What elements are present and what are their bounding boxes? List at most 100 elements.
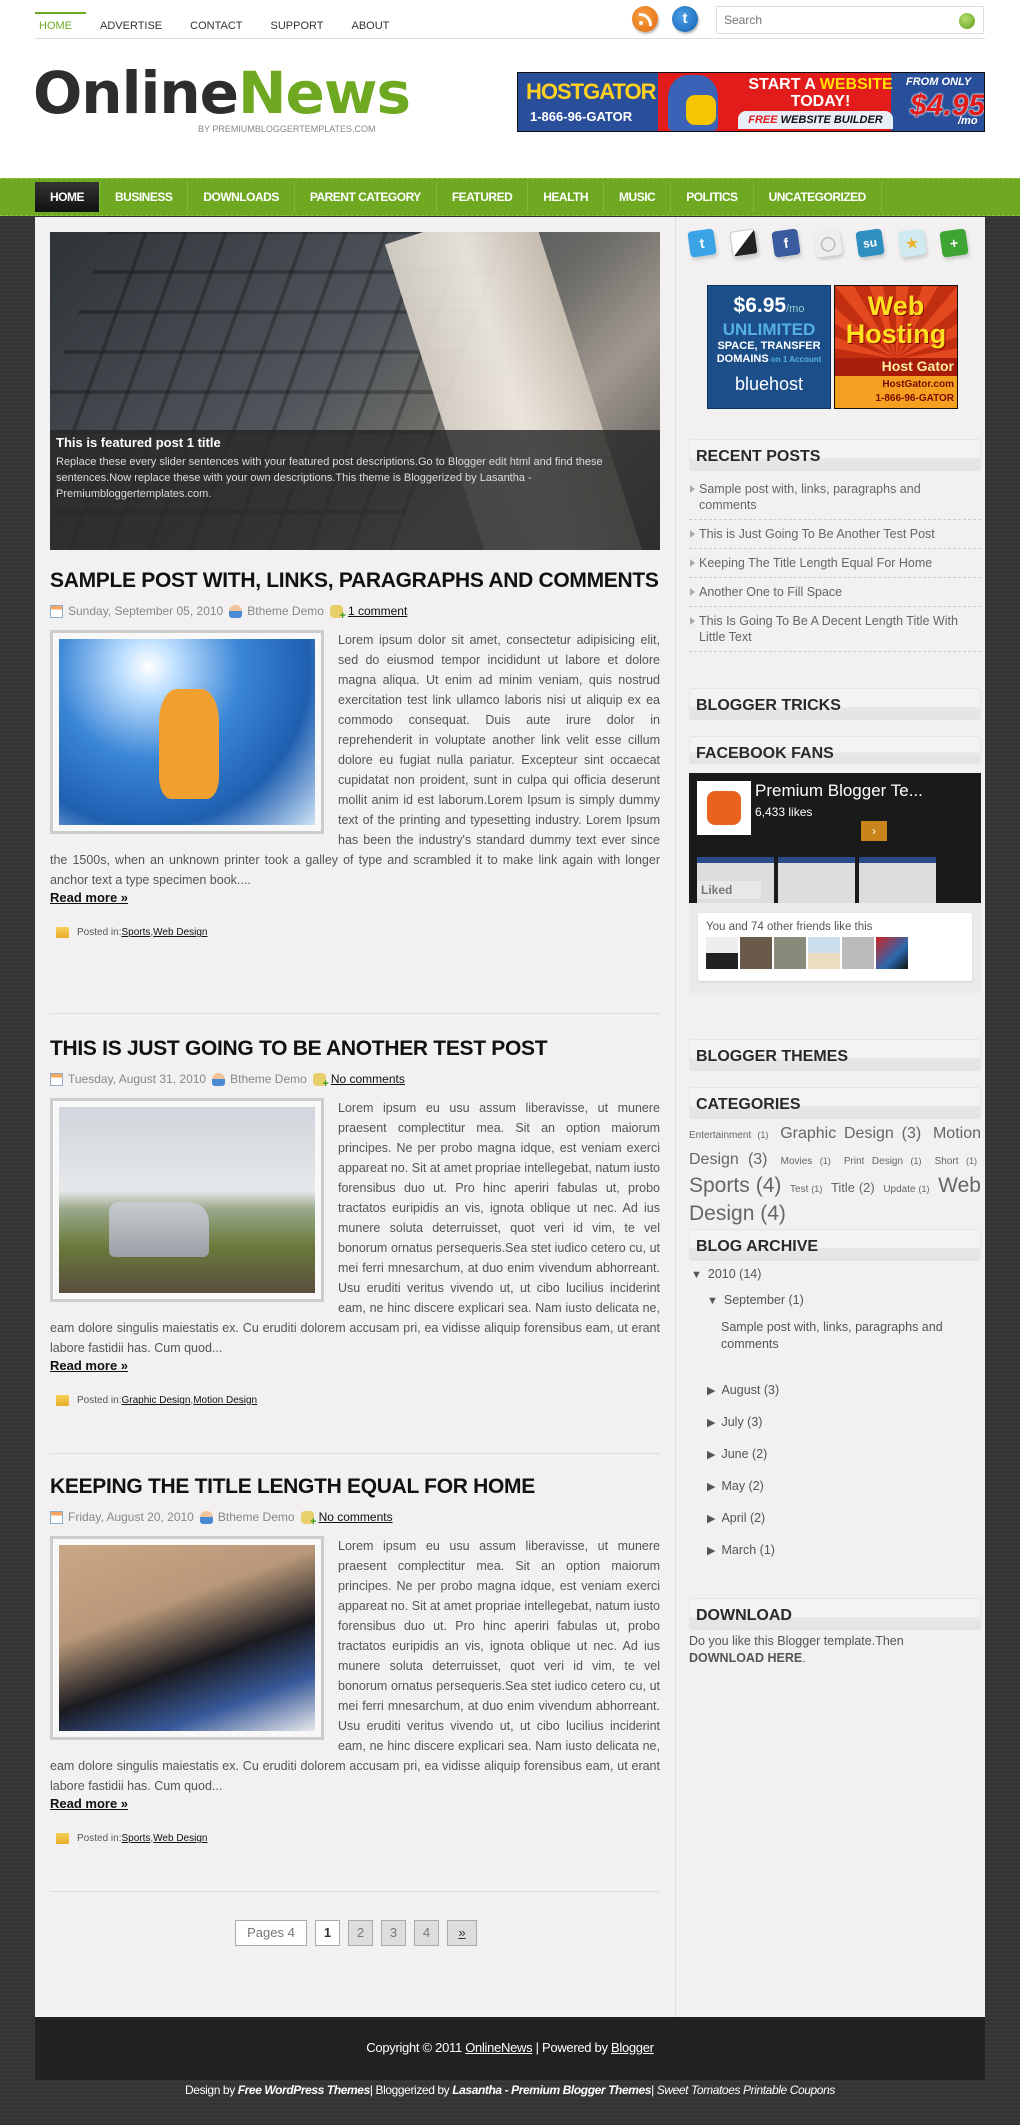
slider-title[interactable]: This is featured post 1 title <box>56 435 654 450</box>
facebook-page-name[interactable]: Premium Blogger Te... <box>755 781 923 801</box>
post-title[interactable]: KEEPING THE TITLE LENGTH EQUAL FOR HOME <box>50 1473 660 1500</box>
expand-triangle-icon[interactable]: ▶ <box>707 1481 715 1493</box>
expand-triangle-icon[interactable]: ▶ <box>707 1417 715 1429</box>
read-more-link[interactable]: Read more » <box>50 1796 660 1811</box>
hostgator-banner-ad[interactable]: HOSTGATOR 1-866-96-GATOR START A WEBSITE… <box>517 72 985 132</box>
recent-post-link[interactable]: This is Just Going To Be Another Test Po… <box>689 520 981 549</box>
post-comments-link[interactable]: 1 comment <box>348 604 407 618</box>
nav-downloads[interactable]: DOWNLOADS <box>188 182 295 212</box>
archive-month[interactable]: ▶ August (3) <box>707 1383 779 1397</box>
expand-triangle-icon[interactable]: ▶ <box>707 1545 715 1557</box>
search-icon[interactable] <box>959 13 975 29</box>
recent-post-link[interactable]: Sample post with, links, paragraphs and … <box>689 475 981 520</box>
archive-month[interactable]: ▶ July (3) <box>707 1415 762 1429</box>
archive-year[interactable]: ▼ 2010 (14) <box>691 1267 761 1281</box>
read-more-link[interactable]: Read more » <box>50 890 660 905</box>
stumbleupon-icon[interactable]: su <box>855 228 885 258</box>
main-nav: HOME BUSINESS DOWNLOADS PARENT CATEGORY … <box>0 178 1020 216</box>
topnav-home[interactable]: HOME <box>35 12 86 38</box>
twitter-icon[interactable]: t <box>672 6 698 32</box>
category-link[interactable]: Update (1) <box>883 1184 929 1195</box>
category-link[interactable]: Movies (1) <box>781 1156 831 1167</box>
friend-avatar[interactable] <box>876 937 908 969</box>
recent-post-link[interactable]: Another One to Fill Space <box>689 578 981 607</box>
addthis-icon[interactable]: + <box>939 228 969 258</box>
download-link[interactable]: DOWNLOAD HERE <box>689 1651 802 1665</box>
category-link[interactable]: Short (1) <box>935 1156 977 1167</box>
collapse-triangle-icon[interactable]: ▼ <box>707 1295 718 1307</box>
post-thumbnail[interactable] <box>50 1536 324 1740</box>
post-comments-link[interactable]: No comments <box>331 1072 405 1086</box>
post-thumbnail[interactable] <box>50 630 324 834</box>
delicious-icon[interactable] <box>729 228 759 258</box>
twitter-icon[interactable]: t <box>687 228 717 258</box>
read-more-link[interactable]: Read more » <box>50 1358 660 1373</box>
post-comments-link[interactable]: No comments <box>319 1510 393 1524</box>
archive-month[interactable]: ▶ June (2) <box>707 1447 767 1461</box>
nav-health[interactable]: HEALTH <box>528 182 605 212</box>
category-link[interactable]: Print Design (1) <box>844 1156 922 1167</box>
collapse-triangle-icon[interactable]: ▼ <box>691 1269 702 1281</box>
recent-post-link[interactable]: Keeping The Title Length Equal For Home <box>689 549 981 578</box>
recent-post-link[interactable]: This Is Going To Be A Decent Length Titl… <box>689 607 981 652</box>
facebook-icon[interactable]: f <box>771 228 801 258</box>
favorite-icon[interactable]: ★ <box>897 228 927 258</box>
nav-business[interactable]: BUSINESS <box>100 182 189 212</box>
archive-month[interactable]: ▶ May (2) <box>707 1479 764 1493</box>
footer-blogger-link[interactable]: Blogger <box>611 2040 654 2055</box>
hostgator-sidebar-ad[interactable]: Web Hosting Host Gator HostGator.com 1-866… <box>834 285 958 409</box>
archive-month[interactable]: ▶ March (1) <box>707 1543 775 1557</box>
label-link[interactable]: Sports <box>121 927 150 938</box>
expand-triangle-icon[interactable]: ▶ <box>707 1513 715 1525</box>
archive-post-link[interactable]: Sample post with, links, paragraphs and … <box>721 1319 971 1353</box>
post-thumbnail[interactable] <box>50 1098 324 1302</box>
credit-wp-link[interactable]: Free WordPress Themes <box>238 2083 371 2097</box>
label-link[interactable]: Graphic Design <box>121 1395 190 1406</box>
footer-site-link[interactable]: OnlineNews <box>465 2040 532 2055</box>
credit-lasantha-link[interactable]: Lasantha - Premium Blogger Themes <box>452 2083 651 2097</box>
featured-slider[interactable]: This is featured post 1 title Replace th… <box>50 232 660 550</box>
page-link[interactable]: 4 <box>414 1920 439 1946</box>
friend-avatar[interactable] <box>808 937 840 969</box>
nav-music[interactable]: MUSIC <box>604 182 672 212</box>
site-logo[interactable]: OnlineNews <box>33 64 411 122</box>
bluehost-ad[interactable]: $6.95/mo UNLIMITED SPACE, TRANSFER DOMAIN… <box>707 285 831 409</box>
next-page-button[interactable]: » <box>447 1920 477 1946</box>
category-link[interactable]: Entertainment (1) <box>689 1130 768 1141</box>
friend-avatar[interactable] <box>774 937 806 969</box>
nav-uncategorized[interactable]: UNCATEGORIZED <box>754 182 882 212</box>
nav-home[interactable]: HOME <box>35 182 100 212</box>
page-link[interactable]: 3 <box>381 1920 406 1946</box>
label-link[interactable]: Web Design <box>153 1833 207 1844</box>
facebook-liked-button[interactable]: Liked <box>697 881 761 899</box>
archive-month[interactable]: ▶ April (2) <box>707 1511 765 1525</box>
friend-avatar[interactable] <box>842 937 874 969</box>
category-link[interactable]: Test (1) <box>790 1184 822 1195</box>
category-link[interactable]: Graphic Design (3) <box>780 1125 921 1142</box>
label-link[interactable]: Sports <box>121 1833 150 1844</box>
rss-icon[interactable] <box>632 6 658 32</box>
friend-avatar[interactable] <box>706 937 738 969</box>
category-link[interactable]: Sports (4) <box>689 1174 781 1197</box>
nav-featured[interactable]: FEATURED <box>437 182 529 212</box>
category-link[interactable]: Title (2) <box>831 1180 875 1195</box>
label-link[interactable]: Motion Design <box>193 1395 257 1406</box>
topnav-about[interactable]: ABOUT <box>348 12 404 38</box>
myspace-icon[interactable]: ◯ <box>813 228 843 258</box>
post-title[interactable]: THIS IS JUST GOING TO BE ANOTHER TEST PO… <box>50 1035 660 1062</box>
topnav-advertise[interactable]: ADVERTISE <box>96 12 176 38</box>
topnav-support[interactable]: SUPPORT <box>267 12 338 38</box>
page-link[interactable]: 2 <box>348 1920 373 1946</box>
facebook-page-cover[interactable]: Premium Blogger Te... 6,433 likes › Like… <box>689 773 981 903</box>
expand-triangle-icon[interactable]: ▶ <box>707 1449 715 1461</box>
topnav-contact[interactable]: CONTACT <box>186 12 256 38</box>
friend-avatar[interactable] <box>740 937 772 969</box>
nav-politics[interactable]: POLITICS <box>671 182 754 212</box>
search-input[interactable] <box>717 7 947 33</box>
expand-triangle-icon[interactable]: ▶ <box>707 1385 715 1397</box>
archive-month-open[interactable]: ▼ September (1) <box>707 1293 804 1307</box>
post-title[interactable]: SAMPLE POST WITH, LINKS, PARAGRAPHS AND … <box>50 567 660 594</box>
credit-coupons-link[interactable]: Sweet Tomatoes Printable Coupons <box>657 2083 836 2097</box>
label-link[interactable]: Web Design <box>153 927 207 938</box>
nav-parent-category[interactable]: PARENT CATEGORY <box>295 182 437 212</box>
